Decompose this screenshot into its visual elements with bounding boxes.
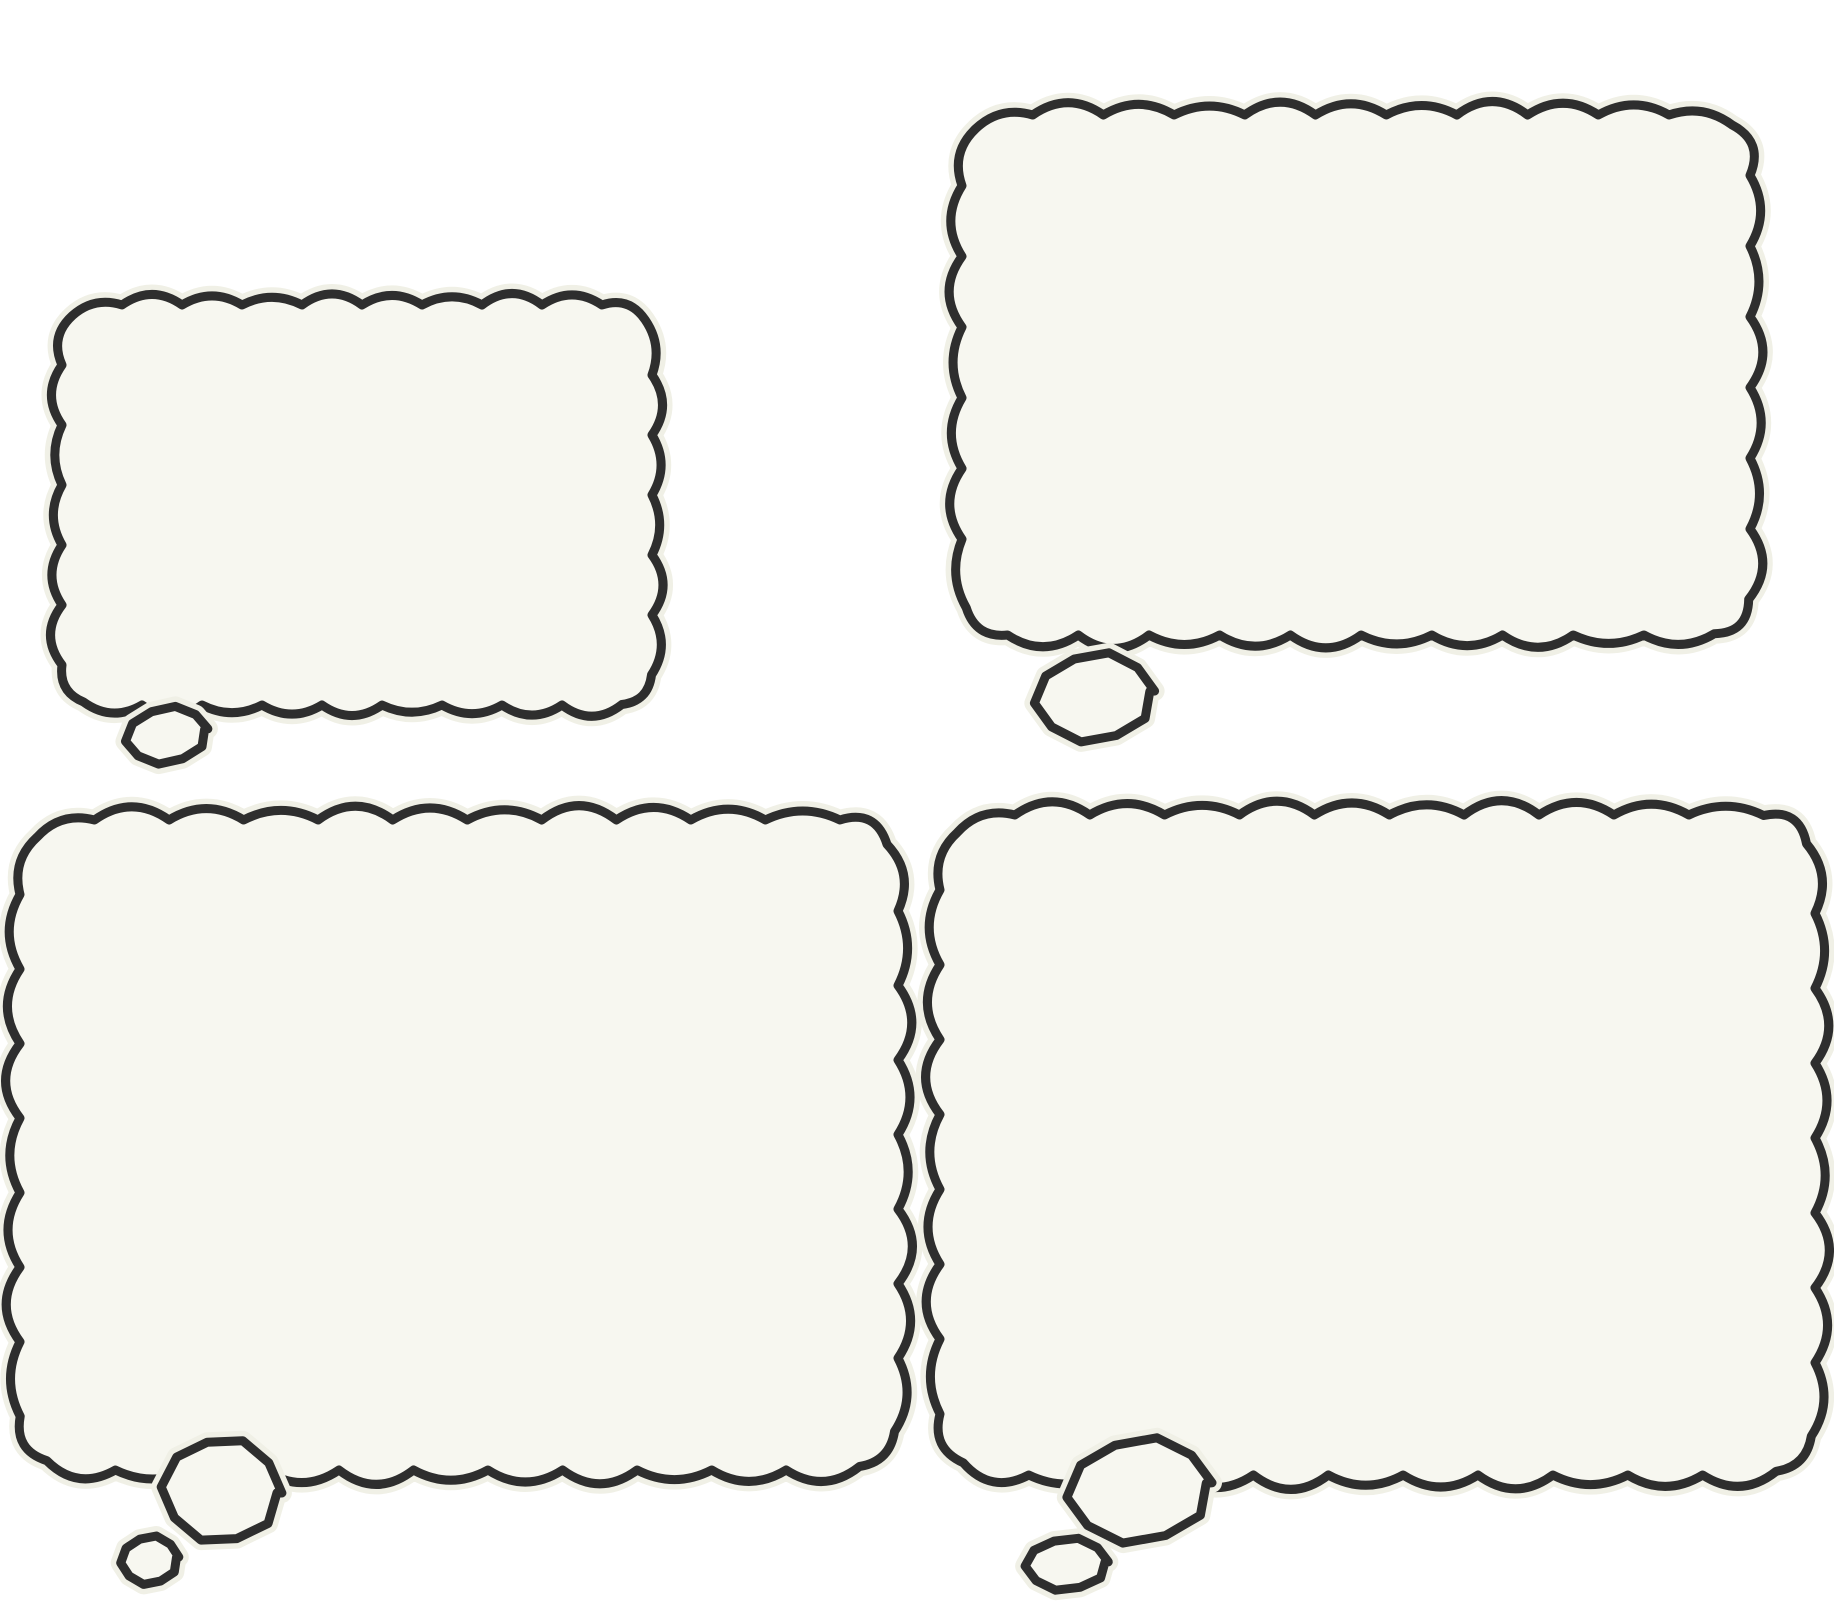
thought-bubbles-canvas (0, 91, 1834, 1601)
thought-bubble-bottom-left-tail-dot-1 (156, 1436, 287, 1545)
thought-bubble-bottom-left (1, 801, 917, 1489)
thought-bubble-top-left (46, 289, 668, 721)
thought-bubble-bottom-left-tail-dot-2 (116, 1531, 184, 1589)
thought-bubble-top-right (944, 97, 1768, 653)
bubbles-layer (0, 91, 1834, 1601)
thought-bubble-bottom-right (921, 796, 1834, 1494)
thought-bubble-bottom-right-tail-dot-2 (1020, 1533, 1113, 1595)
thought-bubble-top-left-tail-dot-1 (121, 701, 213, 769)
